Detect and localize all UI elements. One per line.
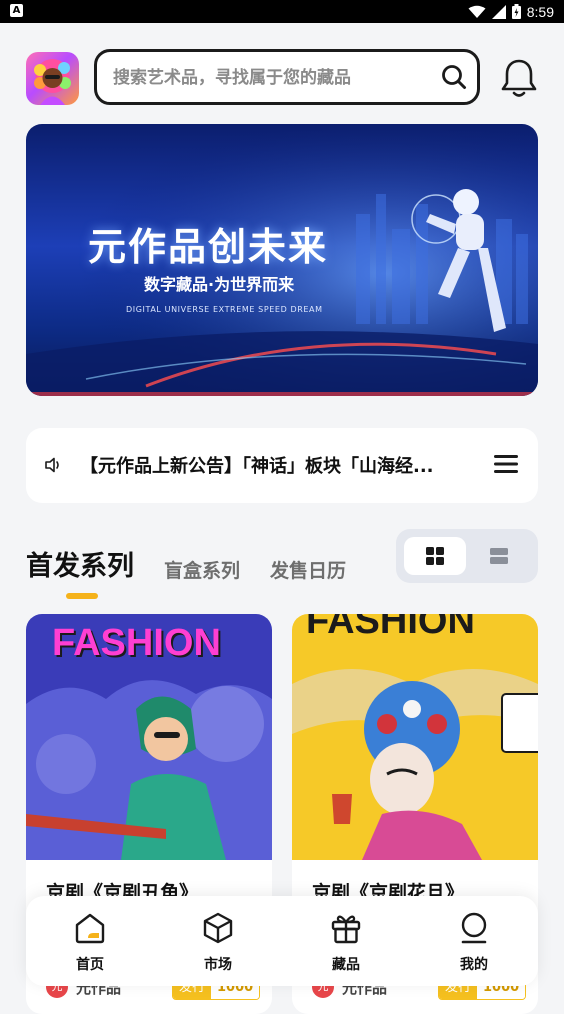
- notification-icon: A: [10, 4, 23, 17]
- search-icon[interactable]: [441, 64, 467, 90]
- banner-english-text: DIGITAL UNIVERSE EXTREME SPEED DREAM: [126, 305, 323, 314]
- wifi-icon: [468, 5, 486, 18]
- announcement-text[interactable]: 【元作品上新公告】「神话」板块「山海经...: [80, 452, 466, 478]
- nav-collection[interactable]: 藏品: [282, 896, 410, 986]
- nav-collection-label: 藏品: [332, 957, 360, 973]
- cube-icon: [203, 912, 233, 944]
- nav-market-label: 市场: [204, 957, 232, 973]
- speaker-icon: [45, 457, 59, 473]
- gift-icon: [331, 915, 361, 944]
- battery-icon: [511, 4, 521, 19]
- tab-blind-box[interactable]: 盲盒系列: [164, 556, 240, 583]
- nav-home[interactable]: 首页: [26, 896, 154, 986]
- list-icon: [490, 548, 508, 564]
- card-image-text: FASHION: [52, 622, 221, 664]
- promo-banner[interactable]: 元作品创未来 数字藏品·为世界而来 DIGITAL UNIVERSE EXTRE…: [26, 124, 538, 396]
- app-logo[interactable]: [26, 52, 79, 105]
- search-input[interactable]: [111, 52, 435, 104]
- nav-market[interactable]: 市场: [154, 896, 282, 986]
- card-image: FASHION: [292, 614, 538, 860]
- status-icons: 8:59: [468, 2, 554, 21]
- card-image-text: FASHION: [306, 614, 475, 642]
- bottom-navigation: 首页 市场 藏品 我的: [26, 896, 538, 986]
- tab-release-calendar[interactable]: 发售日历: [270, 556, 346, 583]
- banner-subtitle: 数字藏品·为世界而来: [144, 275, 295, 294]
- home-icon: [75, 913, 105, 944]
- home-page: 元作品创未来 数字藏品·为世界而来 DIGITAL UNIVERSE EXTRE…: [0, 23, 564, 1014]
- nav-profile-label: 我的: [460, 957, 488, 973]
- avatar-illustration: [34, 59, 71, 105]
- nav-home-label: 首页: [76, 957, 104, 973]
- grid-icon: [426, 547, 444, 565]
- tab-first-release[interactable]: 首发系列: [26, 544, 134, 583]
- view-toggle: [396, 529, 538, 583]
- grid-view-button[interactable]: [404, 537, 466, 575]
- announcement-bar[interactable]: 【元作品上新公告】「神话」板块「山海经...: [26, 428, 538, 503]
- nav-profile[interactable]: 我的: [410, 896, 538, 986]
- status-time: 8:59: [526, 3, 554, 20]
- active-tab-indicator: [66, 593, 98, 599]
- status-bar: A 8:59: [0, 0, 564, 23]
- search-bar[interactable]: [94, 49, 480, 105]
- series-tabs: 首发系列 盲盒系列 发售日历: [26, 535, 396, 599]
- menu-icon[interactable]: [494, 454, 518, 474]
- list-view-button[interactable]: [468, 537, 530, 575]
- bell-icon[interactable]: [500, 58, 538, 98]
- banner-title: 元作品创未来: [88, 225, 329, 269]
- user-icon: [461, 912, 487, 944]
- card-image: FASHION: [26, 614, 272, 860]
- signal-icon: [491, 4, 506, 19]
